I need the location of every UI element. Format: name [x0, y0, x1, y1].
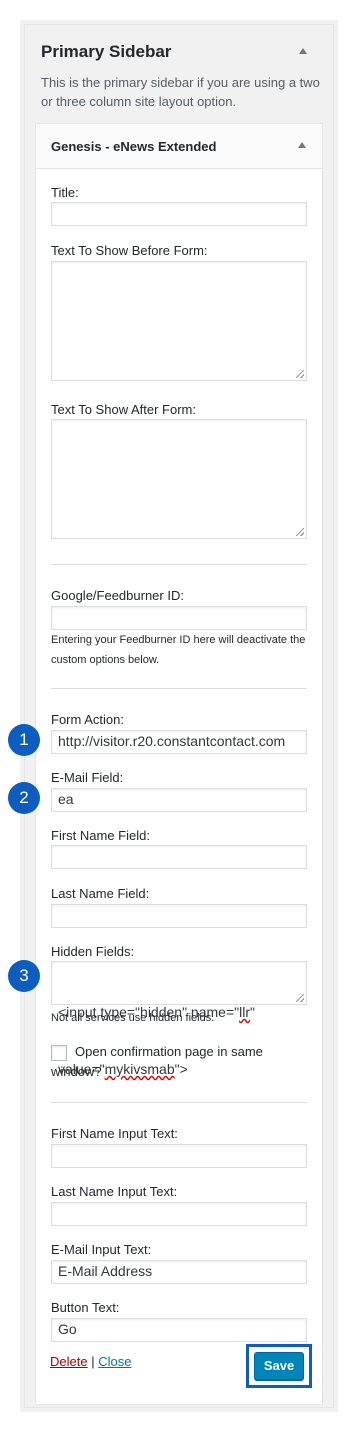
last-name-input-label: Last Name Input Text: — [51, 1184, 178, 1199]
widget-actions: Delete | Close — [50, 1354, 131, 1369]
resize-grip-icon[interactable] — [296, 528, 304, 536]
resize-grip-icon[interactable] — [296, 370, 304, 378]
after-form-label: Text To Show After Form: — [51, 402, 196, 417]
before-form-textarea[interactable] — [51, 261, 307, 381]
email-field-input[interactable]: ea — [51, 788, 307, 812]
button-text-input[interactable]: Go — [51, 1318, 307, 1342]
actions-separator: | — [91, 1354, 95, 1369]
widget-title[interactable]: Genesis - eNews Extended — [51, 139, 216, 154]
first-name-field-input[interactable] — [51, 845, 307, 869]
save-button[interactable]: Save — [254, 1352, 304, 1380]
section-divider — [51, 1102, 307, 1103]
widget-header[interactable]: Genesis - eNews Extended — [36, 124, 322, 169]
save-button-highlight: Save — [246, 1344, 312, 1388]
email-input-label: E-Mail Input Text: — [51, 1242, 152, 1257]
first-name-input-label: First Name Input Text: — [51, 1126, 178, 1141]
section-divider — [51, 564, 307, 565]
last-name-input-text-input[interactable] — [51, 1202, 307, 1226]
close-link[interactable]: Close — [98, 1354, 131, 1369]
form-action-input[interactable]: http://visitor.r20.constantcontact.com — [51, 730, 307, 754]
step-badge-1: 1 — [8, 724, 40, 756]
widget-collapse-icon[interactable] — [298, 142, 306, 148]
enews-widget: Genesis - eNews Extended Title: Text To … — [35, 123, 323, 1405]
button-text-label: Button Text: — [51, 1300, 120, 1315]
section-divider — [51, 688, 307, 689]
title-input[interactable] — [51, 202, 307, 226]
hidden-fields-textarea[interactable]: <input type="hidden" name="llr" value="m… — [51, 961, 307, 1077]
feedburner-help: Entering your Feedburner ID here will de… — [51, 634, 306, 666]
sidebar-inner: Primary Sidebar This is the primary side… — [24, 24, 334, 1408]
first-name-input-text-input[interactable] — [51, 1144, 307, 1168]
step-badge-3: 3 — [8, 960, 40, 992]
after-form-textarea[interactable] — [51, 419, 307, 539]
sidebar-collapse-icon[interactable] — [299, 48, 307, 54]
open-same-window-label[interactable]: Open confirmation page in same window? — [51, 1042, 301, 1082]
email-field-label: E-Mail Field: — [51, 770, 124, 785]
sidebar-description: This is the primary sidebar if you are u… — [41, 75, 320, 109]
last-name-field-input[interactable] — [51, 904, 307, 928]
title-label: Title: — [51, 185, 79, 200]
last-name-field-label: Last Name Field: — [51, 886, 150, 901]
feedburner-label: Google/Feedburner ID: — [51, 588, 184, 603]
first-name-field-label: First Name Field: — [51, 828, 150, 843]
feedburner-input[interactable] — [51, 606, 307, 630]
email-input-text-input[interactable]: E-Mail Address — [51, 1260, 307, 1284]
step-badge-2: 2 — [8, 782, 40, 814]
hidden-fields-label: Hidden Fields: — [51, 944, 135, 959]
resize-grip-icon[interactable] — [296, 994, 304, 1002]
hidden-fields-help: Not all services use hidden fields. — [51, 1012, 215, 1024]
before-form-label: Text To Show Before Form: — [51, 243, 208, 258]
primary-sidebar-panel: Primary Sidebar This is the primary side… — [20, 20, 338, 1412]
sidebar-title[interactable]: Primary Sidebar — [41, 42, 171, 62]
form-action-label: Form Action: — [51, 712, 124, 727]
delete-link[interactable]: Delete — [50, 1354, 88, 1369]
